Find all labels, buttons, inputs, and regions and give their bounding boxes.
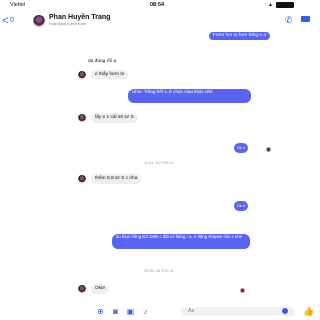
message-bubble[interactable]: e thấy form to: [91, 70, 129, 79]
chat-header: < 0 Phan Huyền Trang Hoạt động 5 phút tr…: [0, 10, 320, 32]
camera-icon[interactable]: ◙: [111, 307, 120, 316]
phone-icon[interactable]: ✆: [285, 15, 293, 26]
mic-icon[interactable]: ♪: [141, 307, 150, 316]
message-placeholder: Aa: [188, 308, 195, 314]
message-bubble[interactable]: Form hm to hơn bthg e a: [209, 32, 271, 40]
active-status: Hoạt động 5 phút trước: [49, 22, 87, 26]
avatar: [78, 114, 86, 122]
emoji-icon[interactable]: [282, 308, 288, 314]
message-bubble[interactable]: Ok e: [234, 201, 248, 211]
contact-name[interactable]: Phan Huyền Trang: [49, 14, 110, 21]
composer: ⊕ ◙ ▣ ♪ Aa 👍: [0, 306, 320, 320]
avatar[interactable]: [33, 15, 45, 27]
battery-icon: [275, 2, 294, 8]
seen-avatar: [266, 147, 271, 152]
message-bubble[interactable]: Uhm. Trắng hết s. E chọn màu khác nhé: [128, 89, 251, 103]
seen-avatar: [240, 288, 245, 293]
message-bubble[interactable]: Ok e: [234, 143, 248, 153]
unread-count: 0: [10, 17, 14, 24]
carrier-label: Viettel: [10, 2, 26, 8]
status-icons: ▲: [268, 2, 294, 8]
avatar: [78, 71, 86, 79]
message-bubble[interactable]: Okie: [91, 284, 109, 294]
clock: 08:54: [150, 2, 165, 8]
signal-icon: ▲: [268, 2, 273, 8]
avatar: [78, 285, 86, 293]
grid-icon[interactable]: ⊕: [96, 307, 105, 316]
back-icon[interactable]: <: [2, 15, 8, 27]
message-bubble[interactable]: áo thun hồng kid 185k c đặt có hàng r a,…: [112, 234, 250, 249]
message-input[interactable]: [180, 307, 295, 316]
timestamp: 20:36, 28 THG 11: [144, 269, 174, 273]
avatar: [78, 175, 86, 183]
video-icon[interactable]: [301, 16, 310, 22]
message-bubble[interactable]: thêm 8,9 sz S c nha: [91, 174, 142, 184]
message-bubble[interactable]: lấy e 1 cái s6 sz S: [91, 113, 138, 123]
thumbs-up-icon[interactable]: 👍: [303, 306, 314, 317]
timestamp: 11:43, 25 THG 11: [144, 161, 174, 165]
image-icon[interactable]: ▣: [126, 307, 135, 316]
message-bubble[interactable]: dạ đúng rồi ạ: [88, 58, 116, 66]
